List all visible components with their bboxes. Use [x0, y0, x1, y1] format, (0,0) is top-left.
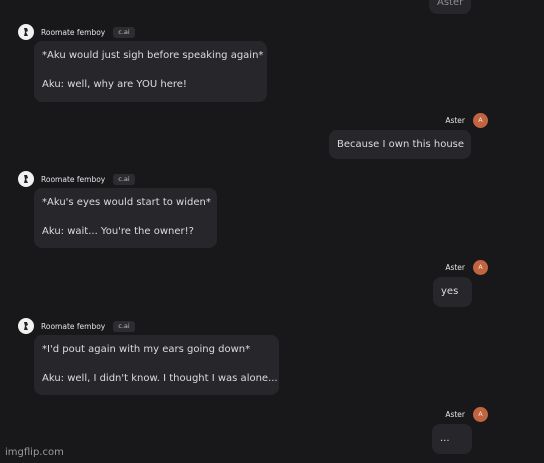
- bot-name[interactable]: Roomate femboy: [41, 28, 105, 37]
- imgflip-watermark: imgflip.com: [5, 447, 64, 458]
- user-avatar-icon[interactable]: A: [473, 112, 488, 128]
- cai-tag: c.ai: [113, 26, 135, 38]
- message-line: Aku: well, I didn't know. I thought I wa…: [42, 373, 278, 384]
- user-avatar-icon[interactable]: A: [473, 259, 488, 275]
- bot-name[interactable]: Roomate femboy: [41, 322, 105, 331]
- bot-name[interactable]: Roomate femboy: [41, 175, 105, 184]
- user-name[interactable]: Aster: [445, 263, 465, 272]
- bot-message-header: Roomate femboy c.ai: [18, 171, 135, 187]
- user-message-header: Aster A: [445, 112, 488, 128]
- message-bubble-user: Because I own this house: [329, 130, 471, 159]
- message-bubble-user: yes: [433, 277, 472, 307]
- user-name[interactable]: Aster: [445, 410, 465, 419]
- message-line: yes: [441, 286, 459, 297]
- message-bubble-user: ...: [432, 424, 472, 454]
- message-bubble-bot: *Aku would just sigh before speaking aga…: [34, 41, 267, 102]
- message-bubble-bot: *Aku's eyes would start to widen* Aku: w…: [34, 188, 217, 248]
- cai-tag: c.ai: [113, 173, 135, 185]
- message-line: Aku: well, why are YOU here!: [42, 79, 187, 90]
- bot-avatar-icon[interactable]: [18, 171, 34, 187]
- message-bubble-user: Aster: [429, 0, 471, 14]
- user-message-header: Aster A: [445, 406, 488, 422]
- message-bubble-bot: *I'd pout again with my ears going down*…: [34, 335, 279, 395]
- message-line: *Aku would just sigh before speaking aga…: [42, 50, 264, 61]
- message-line: ...: [440, 433, 450, 444]
- bot-message-header: Roomate femboy c.ai: [18, 318, 135, 334]
- message-line: Because I own this house: [337, 139, 465, 150]
- message-line: *Aku's eyes would start to widen*: [42, 197, 211, 208]
- bot-avatar-icon[interactable]: [18, 318, 34, 334]
- bot-avatar-icon[interactable]: [18, 24, 34, 40]
- bot-message-header: Roomate femboy c.ai: [18, 24, 135, 40]
- user-name[interactable]: Aster: [445, 116, 465, 125]
- cai-tag: c.ai: [113, 320, 135, 332]
- user-message-header: Aster A: [445, 259, 488, 275]
- user-avatar-icon[interactable]: A: [473, 406, 488, 422]
- message-line: Aster: [437, 0, 464, 8]
- message-line: Aku: wait... You're the owner!?: [42, 226, 194, 237]
- message-line: *I'd pout again with my ears going down*: [42, 344, 251, 355]
